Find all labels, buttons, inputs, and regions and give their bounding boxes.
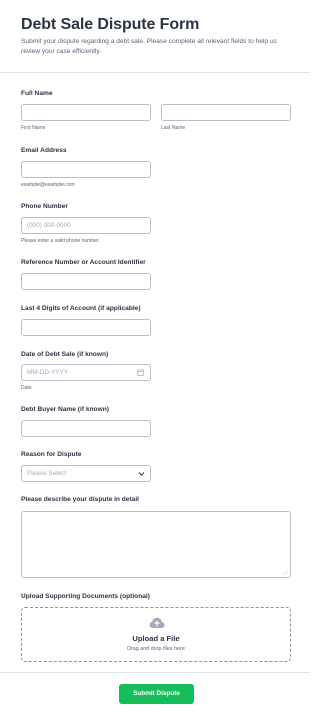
full-name-label: Full Name [21, 90, 53, 97]
resize-handle-icon[interactable] [283, 570, 288, 575]
email-label: Email Address [21, 147, 67, 154]
upload-dropzone[interactable]: Upload a File Drag and drop files here [21, 607, 291, 662]
sale-date-sublabel: Date [21, 385, 32, 391]
chevron-down-icon [138, 472, 145, 476]
buyer-label: Debt Buyer Name (if known) [21, 406, 109, 413]
last4-label: Last 4 Digits of Account (if applicable) [21, 305, 141, 312]
first-name-input[interactable] [21, 104, 151, 121]
phone-input[interactable]: (000) 000-0000 [21, 217, 151, 234]
description-textarea[interactable] [21, 511, 291, 578]
reason-label: Reason for Dispute [21, 451, 82, 458]
sale-date-input[interactable]: MM-DD-YYYY [21, 364, 151, 381]
phone-sublabel: Please enter a valid phone number. [21, 238, 100, 244]
form-subtitle: Submit your dispute regarding a debt sal… [21, 38, 277, 55]
form-title: Debt Sale Dispute Form [21, 16, 200, 33]
phone-label: Phone Number [21, 203, 68, 210]
reference-input[interactable] [21, 273, 151, 290]
reason-select[interactable]: Please Select [21, 465, 151, 482]
sale-date-placeholder: MM-DD-YYYY [27, 369, 69, 376]
form-header: Debt Sale Dispute Form Submit your dispu… [0, 0, 310, 73]
reason-selected: Please Select [27, 470, 67, 477]
description-label: Please describe your dispute in detail [21, 496, 139, 503]
sale-date-label: Date of Debt Sale (if known) [21, 351, 109, 358]
last-name-input[interactable] [161, 104, 291, 121]
buyer-input[interactable] [21, 420, 151, 437]
last-name-sublabel: Last Name [161, 125, 186, 131]
calendar-icon[interactable] [137, 369, 144, 376]
email-input[interactable] [21, 161, 151, 178]
email-sublabel: example@example.com [21, 182, 75, 188]
first-name-sublabel: First Name [21, 125, 46, 131]
upload-label: Upload Supporting Documents (optional) [21, 593, 150, 600]
cloud-upload-icon [149, 617, 165, 628]
upload-subtitle: Drag and drop files here [127, 646, 185, 652]
upload-title: Upload a File [132, 634, 180, 643]
last4-input[interactable] [21, 319, 151, 336]
submit-button[interactable]: Submit Dispute [119, 684, 194, 704]
reference-label: Reference Number or Account Identifier [21, 259, 146, 266]
